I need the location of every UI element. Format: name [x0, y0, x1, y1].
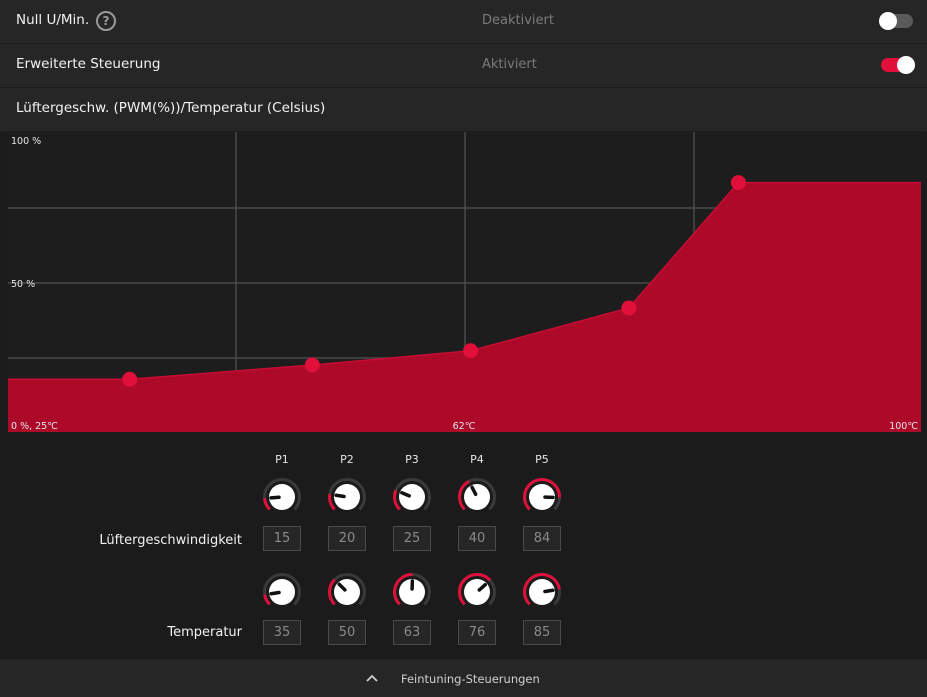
toggle-knob [897, 56, 915, 74]
fan-curve-chart: 100 % 50 % 0 %, 25℃ 62℃ 100℃ [0, 132, 927, 434]
knob-level-arc [263, 594, 271, 606]
knob-dial-svg [458, 478, 496, 511]
zero-rpm-toggle[interactable] [879, 12, 913, 30]
knob-dial-svg [523, 573, 561, 606]
x-tick-label: 100℃ [889, 421, 918, 432]
column-header-p5: P5 [535, 453, 549, 466]
y-tick-label: 50 % [11, 279, 35, 290]
zero-rpm-row: Null U/Min. ? Deaktiviert [0, 0, 927, 43]
curve-point-p3 [463, 343, 479, 359]
knob-level-arc [263, 498, 271, 511]
curve-point-p4 [621, 300, 637, 316]
curve-title: Lüftergeschw. (PWM(%))/Temperatur (Celsi… [16, 100, 326, 116]
temperature-knob-p3[interactable] [392, 572, 432, 612]
temperature-knob-p5[interactable] [522, 572, 562, 612]
temperature-input-p3[interactable]: 63 [393, 620, 431, 645]
curve-point-p2 [304, 357, 320, 373]
temperature-row-label: Temperatur [167, 625, 242, 640]
column-header-p1: P1 [275, 453, 289, 466]
fan-speed-input-p4[interactable]: 40 [458, 526, 496, 551]
fan-speed-input-p5[interactable]: 84 [523, 526, 561, 551]
temperature-knob-p4[interactable] [457, 572, 497, 612]
knob-face [399, 484, 425, 510]
knob-pointer [334, 493, 346, 499]
help-icon[interactable]: ? [96, 11, 116, 31]
column-header-p4: P4 [470, 453, 484, 466]
curve-title-row: Lüftergeschw. (PWM(%))/Temperatur (Celsi… [0, 88, 927, 131]
knob-level-arc [328, 578, 336, 606]
knob-pointer [269, 590, 281, 596]
temperature-input-p1[interactable]: 35 [263, 620, 301, 645]
fan-speed-knob-p1[interactable] [262, 477, 302, 517]
temperature-input-p4[interactable]: 76 [458, 620, 496, 645]
fan-speed-knob-p5[interactable] [522, 477, 562, 517]
knob-pointer [543, 588, 555, 594]
toggle-knob [879, 12, 897, 30]
knob-level-arc [328, 494, 336, 511]
zero-rpm-status-cell: Deaktiviert [466, 0, 927, 43]
fan-speed-input-p3[interactable]: 25 [393, 526, 431, 551]
knob-dial-svg [328, 573, 366, 606]
zero-rpm-label-cell: Null U/Min. ? [0, 0, 464, 43]
knob-face [334, 579, 360, 605]
curve-point-p1 [122, 371, 138, 387]
fan-speed-knob-p2[interactable] [327, 477, 367, 517]
knob-dial-svg [458, 573, 496, 606]
knob-face [464, 579, 490, 605]
knob-pointer [269, 495, 281, 500]
fan-speed-row-label: Lüftergeschwindigkeit [99, 533, 242, 548]
advanced-control-label: Erweiterte Steuerung [16, 56, 161, 72]
advanced-control-row: Erweiterte Steuerung Aktiviert [0, 44, 927, 87]
x-tick-label: 62℃ [453, 421, 476, 432]
column-header-p2: P2 [340, 453, 354, 466]
fine-tuning-footer[interactable]: Feintuning-Steuerungen [0, 659, 927, 697]
knob-dial-svg [393, 573, 431, 606]
curve-point-p5 [730, 175, 746, 191]
advanced-control-toggle[interactable] [881, 56, 915, 74]
knob-level-arc [393, 489, 401, 511]
temperature-input-p2[interactable]: 50 [328, 620, 366, 645]
fan-curve-svg: 100 % 50 % 0 %, 25℃ 62℃ 100℃ [8, 132, 921, 432]
zero-rpm-status: Deaktiviert [482, 13, 554, 28]
origin-label: 0 %, 25℃ [11, 421, 58, 432]
fan-speed-input-p1[interactable]: 15 [263, 526, 301, 551]
knob-dial-svg [393, 478, 431, 511]
knob-dial-svg [523, 478, 561, 511]
fan-speed-knob-p4[interactable] [457, 477, 497, 517]
column-header-p3: P3 [405, 453, 419, 466]
temperature-input-p5[interactable]: 85 [523, 620, 561, 645]
fan-speed-knob-p3[interactable] [392, 477, 432, 517]
temperature-knob-p2[interactable] [327, 572, 367, 612]
fine-tuning-label: Feintuning-Steuerungen [401, 672, 540, 686]
knob-face [464, 484, 490, 510]
chevron-up-icon [366, 674, 378, 682]
knob-dial-svg [263, 478, 301, 511]
knob-dial-svg [328, 478, 366, 511]
advanced-control-status: Aktiviert [482, 57, 537, 72]
y-tick-label: 100 % [11, 136, 41, 147]
knob-dial-svg [263, 573, 301, 606]
temperature-knob-p1[interactable] [262, 572, 302, 612]
zero-rpm-label: Null U/Min. [16, 12, 90, 28]
fan-speed-input-p2[interactable]: 20 [328, 526, 366, 551]
advanced-control-status-cell: Aktiviert [466, 44, 927, 87]
advanced-control-label-cell: Erweiterte Steuerung [0, 44, 464, 87]
